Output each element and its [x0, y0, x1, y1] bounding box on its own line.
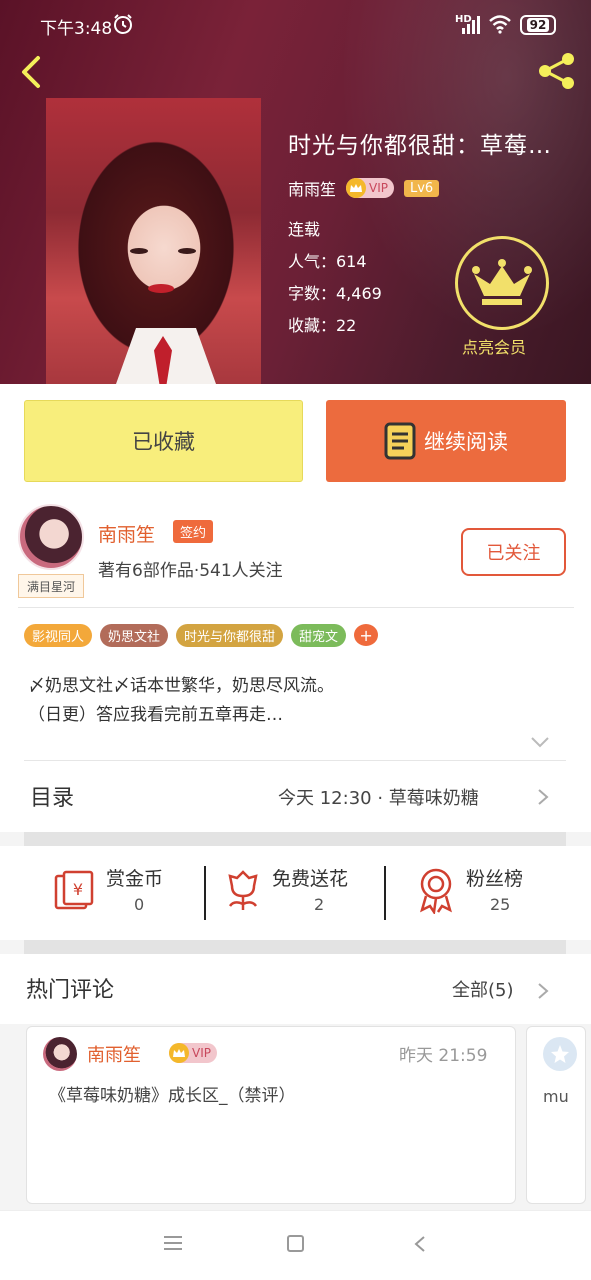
latest-chapter: 今天 12:30 · 草莓味奶糖	[278, 788, 479, 809]
comment-card[interactable]: 南雨笙 VIP 昨天 21:59 《草莓味奶糖》成长区_（禁评）	[26, 1026, 516, 1204]
book-synopsis[interactable]: 〆奶思文社〆话本世繁华，奶思尽风流。 （日更）答应我看完前五章再走…	[28, 672, 568, 730]
stats-row: ¥ 赏金币 0 免费送花 2 粉丝榜 25	[0, 846, 591, 940]
commenter-avatar[interactable]	[543, 1037, 577, 1071]
crown-icon	[472, 259, 532, 305]
book-state: 连载	[288, 220, 321, 239]
chevron-down-icon[interactable]	[530, 736, 550, 748]
signed-badge: 签约	[173, 520, 214, 543]
action-bar: 已收藏 继续阅读	[0, 384, 591, 492]
tag-item[interactable]: 奶思文社	[100, 624, 169, 647]
commenter-name[interactable]: 南雨笙	[87, 1041, 141, 1067]
flower-icon	[228, 870, 258, 910]
vip-label: VIP	[369, 181, 388, 195]
comment-time: 昨天 21:59	[399, 1046, 488, 1066]
synopsis-line: （日更）答应我看完前五章再走…	[28, 705, 283, 725]
chevron-right-icon	[538, 789, 549, 805]
vip-badge: VIP	[346, 178, 394, 198]
back-arrow-icon[interactable]	[14, 52, 48, 92]
synopsis-line: 〆奶思文社〆话本世繁华，奶思尽风流。	[28, 676, 334, 696]
level-badge: Lv6	[404, 179, 440, 197]
home-icon[interactable]	[287, 1235, 304, 1252]
crown-icon	[169, 1043, 189, 1063]
stat-value: 2	[314, 895, 325, 914]
stat-label: 粉丝榜	[466, 868, 524, 890]
vip-label: VIP	[192, 1046, 211, 1060]
continue-reading-button[interactable]: 继续阅读	[326, 400, 566, 482]
battery-icon: 92	[520, 15, 556, 35]
member-label[interactable]: 点亮会员	[462, 334, 526, 358]
tag-item[interactable]: 甜宠文	[291, 624, 347, 647]
comments-title: 热门评论	[26, 978, 115, 1003]
signal-icon	[462, 16, 480, 34]
tag-list: 影视同人 奶思文社 时光与你都很甜 甜宠文 +	[24, 624, 379, 647]
comments-header: 热门评论 全部(5)	[0, 954, 591, 1024]
system-nav-bar	[0, 1210, 591, 1280]
book-icon	[384, 422, 416, 460]
collected-button[interactable]: 已收藏	[24, 400, 303, 482]
medal-icon	[420, 868, 452, 914]
red-envelope-icon: ¥	[54, 870, 94, 910]
divider	[18, 607, 574, 608]
comments-section: 热门评论 全部(5) 南雨笙 VIP 昨天 21:59 《草莓味奶糖》成长区_（…	[0, 954, 591, 1210]
section-separator	[24, 940, 566, 954]
catalog-row[interactable]: 目录 今天 12:30 · 草莓味奶糖	[0, 760, 591, 832]
comment-text: 《草莓味奶糖》成长区_（禁评）	[49, 1086, 296, 1106]
comment-text: mu	[543, 1087, 569, 1106]
author-stats: 著有6部作品·541人关注	[98, 561, 283, 581]
divider	[204, 866, 206, 920]
commenter-avatar[interactable]	[43, 1037, 77, 1071]
follow-button[interactable]: 已关注	[461, 528, 566, 576]
stat-value: 25	[490, 895, 511, 914]
chevron-right-icon[interactable]	[537, 982, 549, 1000]
continue-reading-label: 继续阅读	[424, 430, 508, 454]
divider	[24, 760, 566, 761]
status-bar: 下午3:48 HD 92	[0, 0, 591, 46]
tag-item[interactable]: 时光与你都很甜	[176, 624, 284, 647]
author-section: 满目星河 南雨笙 签约 著有6部作品·541人关注 已关注 影视同人 奶思文社 …	[0, 492, 591, 760]
member-crown-button[interactable]	[455, 236, 549, 330]
book-favorites: 收藏：22	[288, 316, 357, 335]
svg-text:¥: ¥	[73, 880, 83, 899]
all-comments-link[interactable]: 全部(5)	[452, 976, 514, 1002]
battery-level: 92	[526, 18, 550, 32]
crown-icon	[346, 178, 367, 198]
comment-card[interactable]: mu	[526, 1026, 586, 1204]
avatar-tag: 满目星河	[18, 574, 84, 598]
tag-item[interactable]: 影视同人	[24, 624, 93, 647]
book-popularity: 人气：614	[288, 252, 367, 271]
back-icon[interactable]	[414, 1235, 426, 1253]
book-cover-image[interactable]	[46, 98, 261, 384]
alarm-icon	[114, 14, 132, 34]
author-name[interactable]: 南雨笙	[98, 520, 155, 547]
stat-value: 0	[134, 895, 145, 914]
divider	[384, 866, 386, 920]
vip-badge: VIP	[169, 1043, 217, 1063]
book-author-name[interactable]: 南雨笙	[288, 176, 336, 200]
star-icon	[551, 1045, 569, 1063]
book-words: 字数：4,469	[288, 284, 382, 303]
catalog-label: 目录	[30, 786, 75, 811]
book-author-row: 南雨笙 VIP Lv6	[288, 176, 440, 200]
add-tag-button[interactable]: +	[354, 624, 379, 646]
stat-label: 免费送花	[272, 868, 349, 890]
book-title: 时光与你都很甜：草莓…	[288, 133, 552, 159]
share-icon[interactable]	[534, 50, 580, 92]
wifi-icon	[489, 15, 511, 34]
section-separator	[24, 832, 566, 846]
stat-label: 赏金币	[106, 868, 164, 890]
author-avatar[interactable]	[18, 504, 84, 570]
status-time: 下午3:48	[40, 19, 113, 39]
book-header: 下午3:48 HD 92 时光与你都很甜：草莓… 南雨笙 VIP Lv6 连载 …	[0, 0, 591, 384]
menu-icon[interactable]	[164, 1235, 182, 1251]
